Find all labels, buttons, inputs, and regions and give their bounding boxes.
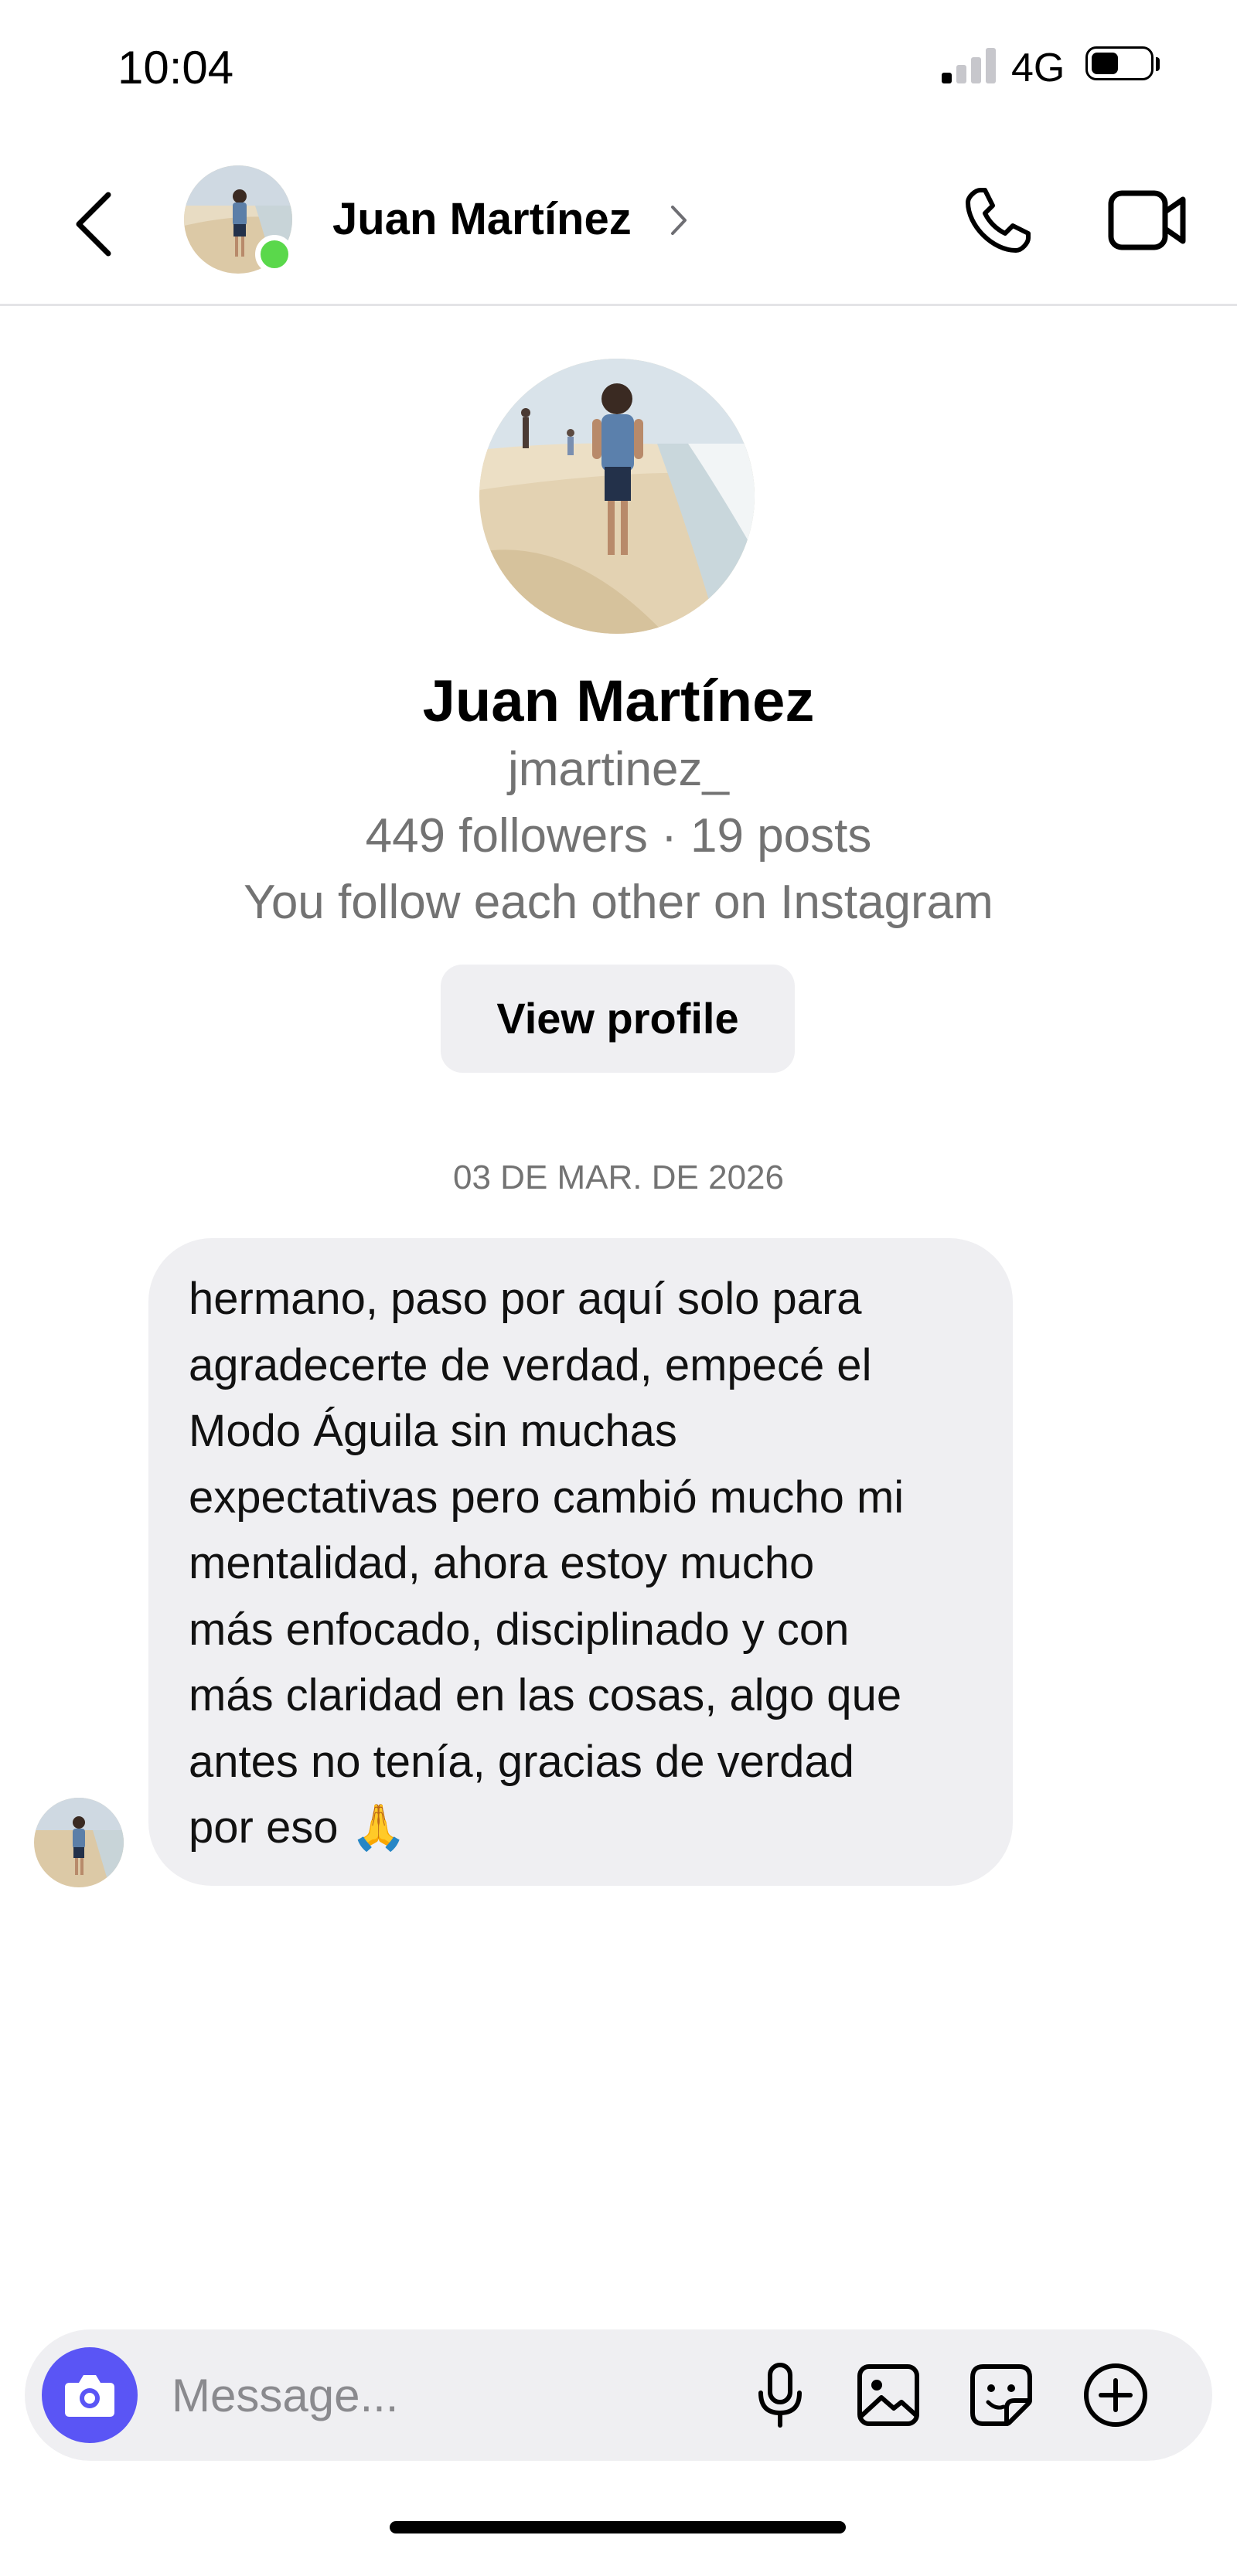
contact-name[interactable]: Juan Martínez [332,192,632,247]
camera-button[interactable] [42,2347,138,2443]
network-label: 4G [1011,46,1065,90]
video-camera-icon [1108,190,1186,250]
battery-cap [1156,57,1160,71]
online-status-dot [255,235,294,274]
message-input[interactable] [172,2353,744,2438]
more-options-button[interactable] [1078,2357,1154,2433]
audio-call-button[interactable] [959,182,1036,260]
mutual-follow-note: You follow each other on Instagram [244,876,993,929]
sender-avatar[interactable] [34,1798,124,1887]
signal-strength-icon [942,46,997,83]
profile-name: Juan Martínez [422,669,815,734]
home-indicator[interactable] [390,2521,846,2533]
status-bar: 10:04 4G [0,0,1237,131]
profile-stats: 449 followers · 19 posts [365,809,872,863]
chevron-right-icon[interactable] [666,202,690,238]
voice-message-button[interactable] [742,2357,818,2433]
profile-avatar[interactable] [479,359,755,634]
gallery-button[interactable] [850,2357,926,2433]
status-time: 10:04 [118,42,234,94]
battery-icon [1085,46,1154,80]
sticker-icon [970,2364,1032,2426]
video-call-button[interactable] [1107,185,1188,255]
date-divider: 03 DE MAR. DE 2026 [453,1159,784,1196]
sticker-button[interactable] [963,2357,1039,2433]
profile-username: jmartinez_ [508,743,729,796]
incoming-message-bubble[interactable]: hermano, paso por aquí solo para agradec… [148,1238,1013,1886]
back-button[interactable] [60,185,130,263]
plus-circle-icon [1084,2363,1147,2427]
view-profile-button[interactable]: View profile [441,965,795,1073]
chat-header: Juan Martínez [0,147,1237,306]
image-icon [857,2364,919,2426]
message-text: hermano, paso por aquí solo para agradec… [189,1274,905,1853]
microphone-icon [758,2363,802,2428]
chevron-left-icon [76,192,111,257]
message-composer [25,2329,1212,2461]
phone-icon [966,188,1031,253]
camera-icon [65,2375,114,2417]
